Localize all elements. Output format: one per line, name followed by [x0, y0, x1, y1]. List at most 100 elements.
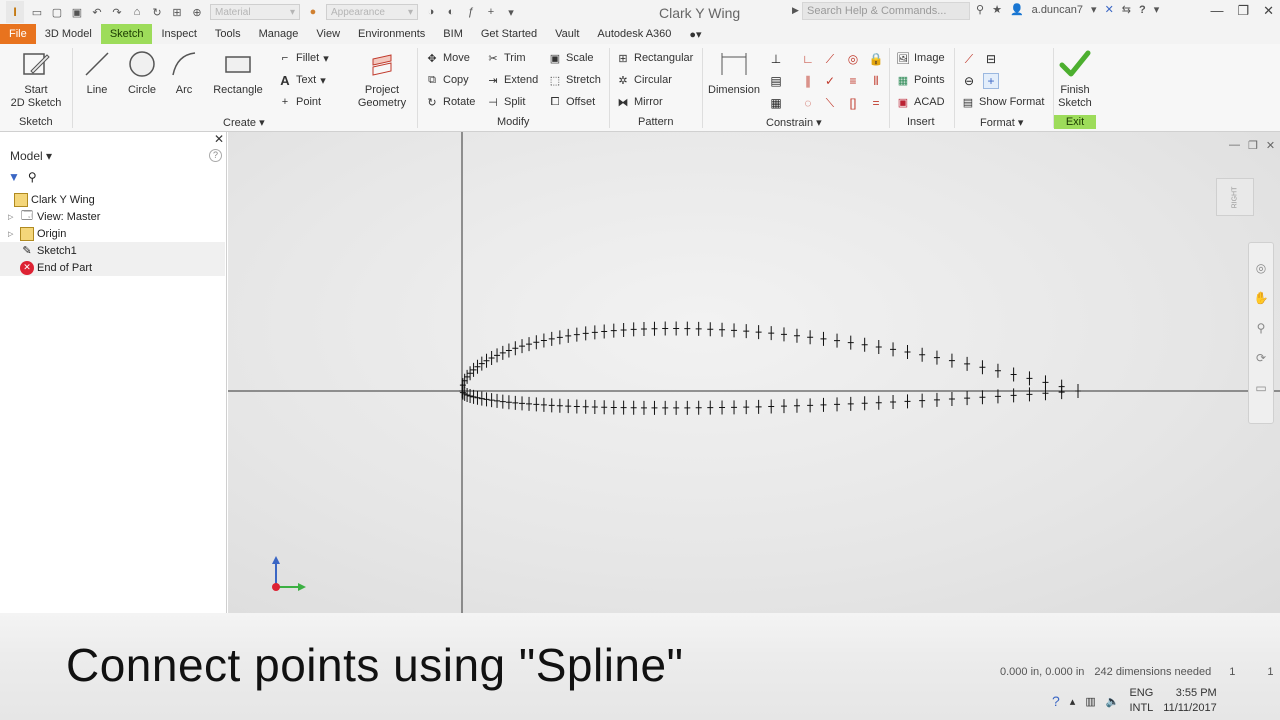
stretch-button[interactable]: ⬚ Stretch [548, 73, 601, 87]
sketch-point[interactable] [591, 400, 598, 415]
sketch-point[interactable] [768, 399, 775, 414]
tab-environments[interactable]: Environments [349, 24, 434, 44]
sketch-point[interactable] [919, 393, 926, 408]
volume-icon[interactable]: 🔈 [1106, 695, 1120, 708]
zoom-icon[interactable]: ⚲ [1257, 321, 1266, 335]
update-icon[interactable]: ↻ [150, 5, 164, 19]
play-icon[interactable]: ▶ [792, 5, 799, 16]
centerline-icon[interactable]: ⊟ [983, 51, 999, 67]
sketch-point[interactable] [548, 331, 555, 346]
sketch-point[interactable] [573, 327, 580, 342]
sketch-point[interactable] [780, 327, 787, 342]
look-at-icon[interactable]: ▭ [1255, 381, 1266, 395]
sketch-point[interactable] [556, 330, 563, 345]
sketch-point[interactable] [820, 331, 827, 346]
sketch-point[interactable] [1010, 388, 1017, 403]
tree-item-part[interactable]: Clark Y Wing [0, 191, 225, 208]
move-button[interactable]: ✥ Move [425, 51, 470, 65]
sketch-point[interactable] [505, 395, 512, 410]
steering-wheel-icon[interactable]: ◎ [1256, 261, 1266, 275]
language-indicator[interactable]: ENG INTL [1129, 686, 1153, 716]
tab-extra-icon[interactable]: ●▾ [680, 24, 710, 44]
sketch-point[interactable] [719, 322, 726, 337]
symmetric-icon[interactable]: [] [845, 95, 861, 111]
sketch-point[interactable] [904, 394, 911, 409]
cart-icon[interactable]: ⇆ [1122, 3, 1131, 16]
sketch-point[interactable] [731, 400, 738, 415]
sketch-point[interactable] [684, 400, 691, 415]
project-geometry-button[interactable]: Project Geometry [354, 48, 410, 110]
sketch-point[interactable] [1026, 387, 1033, 402]
sketch-point[interactable] [820, 397, 827, 412]
sketch-point[interactable] [684, 321, 691, 336]
binoculars-icon[interactable]: ⚲ [976, 3, 984, 16]
expand-icon[interactable]: ▷ [8, 230, 20, 238]
search-input[interactable]: Search Help & Commands... [802, 2, 970, 20]
rectangular-pattern-button[interactable]: ⊞ Rectangular [616, 51, 693, 65]
sketch-point[interactable] [610, 400, 617, 415]
sketch-point[interactable] [662, 400, 669, 415]
customize-icon[interactable]: ▾ [504, 5, 518, 19]
sketch-point[interactable] [470, 389, 477, 404]
sketch-canvas[interactable] [228, 132, 1280, 613]
clear-icon[interactable]: ◐ [444, 5, 458, 19]
circle-button[interactable]: Circle [124, 48, 160, 97]
save-icon[interactable]: ▣ [70, 5, 84, 19]
tree-item-end-of-part[interactable]: ✕ End of Part [0, 259, 225, 276]
acad-button[interactable]: ▣ ACAD [896, 95, 945, 109]
tree-item-origin[interactable]: ▷ Origin [0, 225, 225, 242]
sketch-point[interactable] [488, 393, 495, 408]
sketch-point[interactable] [620, 400, 627, 415]
sketch-point[interactable] [875, 340, 882, 355]
arc-button[interactable]: Arc [168, 48, 200, 97]
offset-button[interactable]: ⧠ Offset [548, 95, 596, 109]
undo-icon[interactable]: ↶ [90, 5, 104, 19]
sketch-point[interactable] [512, 341, 519, 356]
scale-button[interactable]: ▣ Scale [548, 51, 594, 65]
sketch-point[interactable] [573, 399, 580, 414]
sketch-point[interactable] [474, 390, 481, 405]
network-icon[interactable]: ▥ [1085, 695, 1095, 708]
sketch-point[interactable] [904, 344, 911, 359]
tab-file[interactable]: File [0, 24, 36, 44]
collinear-icon[interactable]: ⟍ [822, 95, 838, 111]
sketch-point[interactable] [630, 322, 637, 337]
sketch-point[interactable] [630, 400, 637, 415]
expand-icon[interactable]: ▷ [8, 213, 20, 221]
fix-icon[interactable]: ⊥ [768, 51, 784, 67]
adjust-icon[interactable]: ◑ [424, 5, 438, 19]
sketch-point[interactable] [793, 398, 800, 413]
sketch-point[interactable] [582, 326, 589, 341]
tab-bim[interactable]: BIM [434, 24, 472, 44]
sketch-point[interactable] [1042, 386, 1049, 401]
help-icon[interactable]: ? [1052, 693, 1060, 709]
sketch-point[interactable] [948, 353, 955, 368]
sketch-point[interactable] [780, 399, 787, 414]
equal-icon[interactable]: = [868, 95, 884, 111]
sketch-point[interactable] [948, 392, 955, 407]
start-2d-sketch-button[interactable]: Start 2D Sketch [10, 48, 62, 110]
measure-icon[interactable]: ⊕ [190, 5, 204, 19]
home-icon[interactable]: ⌂ [130, 5, 144, 19]
sketch-point[interactable] [1075, 384, 1081, 398]
sketch-point[interactable] [483, 392, 490, 407]
tree-item-sketch1[interactable]: ✎ Sketch1 [0, 242, 225, 259]
sketch-point[interactable] [526, 396, 533, 411]
chevron-down-icon[interactable]: ▾ [1154, 3, 1160, 16]
sketch-point[interactable] [494, 348, 501, 363]
sketch-point[interactable] [478, 356, 485, 371]
sketch-point[interactable] [533, 397, 540, 412]
rotate-button[interactable]: ↻ Rotate [425, 95, 475, 109]
sketch-point[interactable] [861, 396, 868, 411]
panel-title-constrain[interactable]: Constrain ▾ [766, 116, 822, 129]
sketch-point[interactable] [610, 323, 617, 338]
sketch-point[interactable] [483, 353, 490, 368]
sketch-point[interactable] [620, 322, 627, 337]
plus-icon[interactable]: + [484, 5, 498, 19]
split-button[interactable]: ⊣ Split [486, 95, 525, 109]
sketch-point[interactable] [591, 325, 598, 340]
sketch-point[interactable] [994, 363, 1001, 378]
sketch-point[interactable] [743, 400, 750, 415]
sketch-point[interactable] [499, 394, 506, 409]
mirror-button[interactable]: ⧓ Mirror [616, 95, 663, 109]
